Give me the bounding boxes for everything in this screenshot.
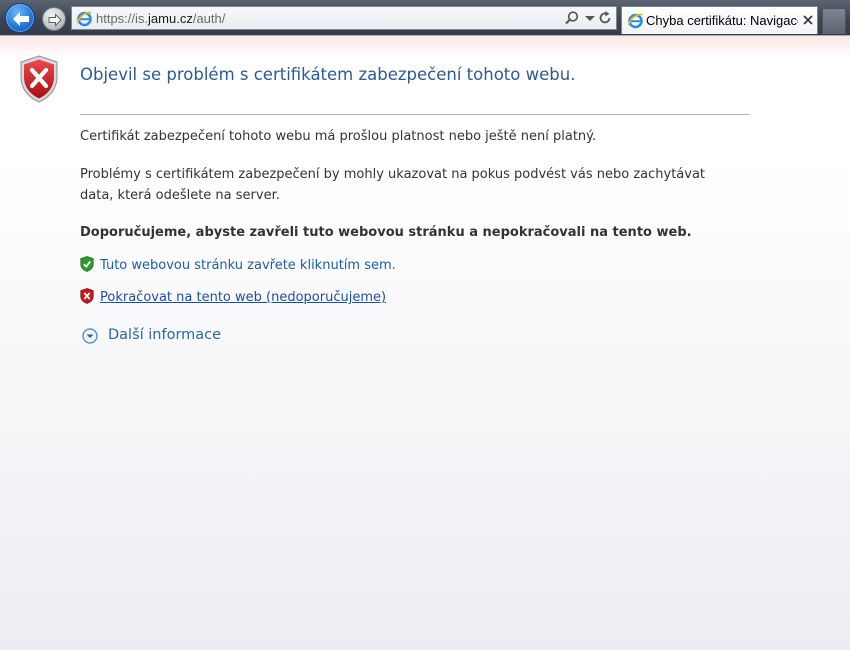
error-shield-icon bbox=[20, 55, 58, 103]
back-icon bbox=[13, 12, 29, 26]
expired-certificate-text: Certifikát zabezpečení tohoto webu má pr… bbox=[80, 129, 597, 144]
expand-circle-icon bbox=[82, 328, 98, 344]
forward-icon bbox=[48, 13, 62, 27]
search-icon[interactable] bbox=[564, 10, 580, 26]
more-info-toggle[interactable]: Další informace bbox=[82, 325, 282, 345]
chevron-down-icon[interactable] bbox=[582, 10, 598, 26]
tab-title: Chyba certifikátu: Navigace… bbox=[646, 13, 798, 28]
green-shield-icon bbox=[80, 256, 94, 272]
url-domain: jamu.cz bbox=[148, 11, 193, 26]
address-bar[interactable]: https://is.jamu.cz/auth/ bbox=[71, 6, 617, 30]
error-page: Objevil se problém s certifikátem zabezp… bbox=[0, 36, 850, 650]
risk-description-text: Problémy s certifikátem zabezpečení by m… bbox=[80, 167, 706, 203]
refresh-icon[interactable] bbox=[597, 10, 613, 26]
url-prefix: https://is. bbox=[96, 11, 149, 26]
red-shield-icon bbox=[80, 288, 94, 304]
new-tab-button[interactable] bbox=[822, 8, 846, 34]
close-page-link[interactable]: Tuto webovou stránku zavřete kliknutím s… bbox=[100, 256, 396, 276]
forward-button[interactable] bbox=[42, 7, 66, 31]
recommendation-text: Doporučujeme, abyste zavřeli tuto webovo… bbox=[80, 225, 692, 240]
page-title: Objevil se problém s certifikátem zabezp… bbox=[80, 65, 576, 84]
close-icon[interactable] bbox=[802, 14, 814, 26]
tab-certificate-error[interactable]: Chyba certifikátu: Navigace… bbox=[621, 6, 818, 34]
url-text[interactable]: https://is.jamu.cz/auth/ bbox=[96, 10, 225, 27]
back-button[interactable] bbox=[5, 3, 35, 33]
continue-to-site-link[interactable]: Pokračovat na tento web (nedoporučujeme) bbox=[100, 288, 386, 308]
continue-row: Pokračovat na tento web (nedoporučujeme) bbox=[80, 288, 680, 308]
ie-logo-icon bbox=[627, 13, 643, 29]
close-page-row: Tuto webovou stránku zavřete kliknutím s… bbox=[80, 256, 680, 276]
ie-logo-icon bbox=[76, 11, 92, 27]
url-path: /auth/ bbox=[192, 11, 226, 26]
more-info-label: Další informace bbox=[108, 327, 222, 343]
divider bbox=[80, 114, 750, 115]
